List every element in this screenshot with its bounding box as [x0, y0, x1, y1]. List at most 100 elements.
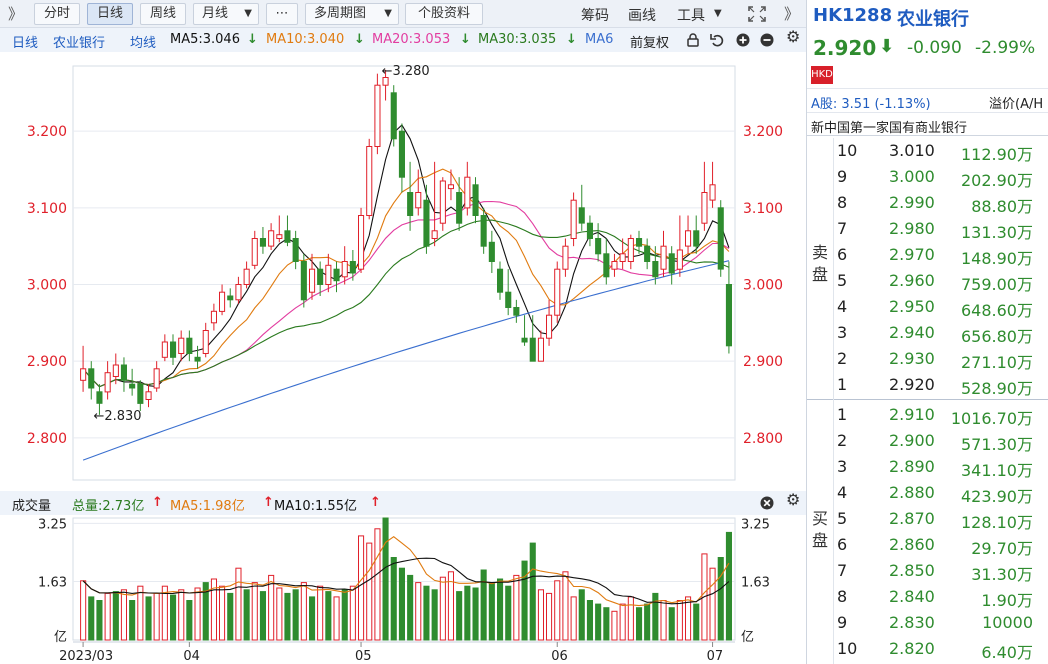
price-tick-label: 3.200 [27, 124, 67, 140]
price-tick-label: 2.800 [27, 431, 67, 447]
candle-up [546, 314, 553, 339]
volume-bar-down [644, 603, 651, 641]
volume-bar-down [529, 542, 536, 641]
sell-side: 卖 盘 10 3.010 112.90万 9 3.000 202.90万 8 2.990 88.… [807, 138, 1048, 400]
candle-up [358, 215, 365, 270]
volume-bar-down [423, 585, 430, 641]
bid-volume: 6.40万 [981, 643, 1033, 662]
zoom-in-icon[interactable] [736, 33, 750, 47]
date-tick-label: 2023/03 [59, 649, 113, 664]
gear-icon[interactable]: ⚙ [786, 492, 800, 508]
stock-profile-button[interactable]: 个股资料 [405, 3, 483, 25]
candle-down [497, 268, 504, 293]
bid-level: 6 [837, 535, 848, 554]
volume-bar-up [268, 574, 275, 641]
volume-bar-down [505, 585, 512, 641]
bid-row[interactable]: 2 2.900 571.30万 [807, 428, 1048, 454]
tab-daily[interactable]: 日线 [87, 3, 133, 25]
bid-row[interactable]: 1 2.910 1016.70万 [807, 402, 1048, 428]
arrow-down-icon: ⬇ [879, 36, 895, 57]
monthly-label: 月线 [202, 6, 229, 21]
close-icon[interactable] [760, 496, 774, 510]
ask-row[interactable]: 6 2.970 148.90万 [807, 242, 1048, 268]
ask-row[interactable]: 2 2.930 271.10万 [807, 346, 1048, 372]
undo-icon[interactable] [710, 33, 724, 47]
volume-tick-label: 1.63 [741, 576, 770, 591]
gear-icon[interactable]: ⚙ [786, 29, 800, 45]
bid-row[interactable]: 4 2.880 423.90万 [807, 480, 1048, 506]
ask-volume: 112.90万 [961, 145, 1033, 164]
ask-row[interactable]: 10 3.010 112.90万 [807, 138, 1048, 164]
monthly-dropdown[interactable]: 月线 ▼ [193, 3, 259, 25]
candle-up [415, 192, 422, 209]
zoom-out-icon[interactable] [760, 33, 774, 47]
ask-row[interactable]: 1 2.920 528.90万 [807, 372, 1048, 398]
chevron-down-icon[interactable]: ▼ [714, 8, 722, 19]
drawing-button[interactable]: 画线 [628, 5, 656, 25]
volume-bar-down [456, 591, 463, 641]
candle-down [423, 199, 430, 247]
ask-level: 3 [837, 323, 848, 342]
volume-bar-down [693, 603, 700, 641]
candle-up [562, 245, 569, 270]
volume-ma5: MA5:1.98亿 [170, 499, 245, 514]
candle-down [652, 261, 659, 278]
chip-distribution-button[interactable]: 筹码 [581, 5, 609, 25]
chart-area[interactable]: 3.200 3.100 3.000 2.900 2.800 3.200 3.100 3.00… [0, 52, 806, 664]
more-button[interactable]: ⋯ [266, 3, 298, 25]
volume-bar-down [88, 596, 95, 641]
bid-volume: 571.30万 [961, 435, 1033, 454]
bid-row[interactable]: 7 2.850 31.30万 [807, 558, 1048, 584]
low-annotation: ←2.830 [93, 409, 141, 424]
candle-up [145, 391, 152, 400]
ask-row[interactable]: 5 2.960 759.00万 [807, 268, 1048, 294]
ask-price: 2.940 [889, 323, 935, 342]
volume-bar-down [497, 578, 504, 641]
candle-down [488, 241, 495, 263]
bid-row[interactable]: 3 2.890 341.10万 [807, 454, 1048, 480]
volume-bar-up [570, 596, 577, 641]
forward-adjust-label[interactable]: 前复权 [630, 32, 669, 51]
ask-price: 2.920 [889, 375, 935, 394]
tab-intraday[interactable]: 分时 [34, 3, 80, 25]
bid-price: 2.840 [889, 587, 935, 606]
ask-level: 10 [837, 141, 858, 160]
moving-average-label[interactable]: 均线 [130, 32, 156, 51]
ask-row[interactable]: 8 2.990 88.80万 [807, 190, 1048, 216]
lock-icon[interactable] [686, 33, 700, 47]
ask-row[interactable]: 9 3.000 202.90万 [807, 164, 1048, 190]
fullscreen-icon[interactable] [748, 6, 766, 22]
candle-up [570, 199, 577, 239]
candle-up [178, 337, 185, 355]
candle-up [611, 261, 618, 270]
bid-row[interactable]: 10 2.820 6.40万 [807, 636, 1048, 662]
volume-bar-down [488, 582, 495, 641]
collapse-icon[interactable]: 》 [8, 3, 23, 24]
tools-button[interactable]: 工具 [677, 5, 705, 25]
candle-down [472, 184, 479, 217]
bid-row[interactable]: 6 2.860 29.70万 [807, 532, 1048, 558]
bid-row[interactable]: 9 2.830 10000 [807, 610, 1048, 636]
candle-up [537, 337, 545, 362]
multi-period-dropdown[interactable]: 多周期图 ▼ [305, 3, 399, 25]
bid-row[interactable]: 8 2.840 1.90万 [807, 584, 1048, 610]
candle-down [292, 238, 299, 262]
volume-bar-down [170, 594, 177, 641]
volume-bar-down [472, 587, 479, 641]
volume-bar-up [358, 535, 365, 641]
bid-price: 2.860 [889, 535, 935, 554]
ask-volume: 202.90万 [961, 171, 1033, 190]
ask-volume: 656.80万 [961, 327, 1033, 346]
tab-weekly[interactable]: 周线 [140, 3, 186, 25]
ask-row[interactable]: 7 2.980 131.30万 [807, 216, 1048, 242]
volume-title[interactable]: 成交量 [12, 495, 51, 514]
ask-row[interactable]: 3 2.940 656.80万 [807, 320, 1048, 346]
expand-panel-icon[interactable]: 》 [784, 3, 799, 24]
volume-bar-up [660, 600, 667, 641]
price-tick-label: 2.800 [743, 431, 783, 447]
price-tick-label: 3.200 [743, 124, 783, 140]
a-share-label: A股: 3.51 (-1.13%) [811, 93, 931, 112]
ask-row[interactable]: 4 2.950 648.60万 [807, 294, 1048, 320]
candle-down [636, 238, 643, 247]
bid-row[interactable]: 5 2.870 128.10万 [807, 506, 1048, 532]
